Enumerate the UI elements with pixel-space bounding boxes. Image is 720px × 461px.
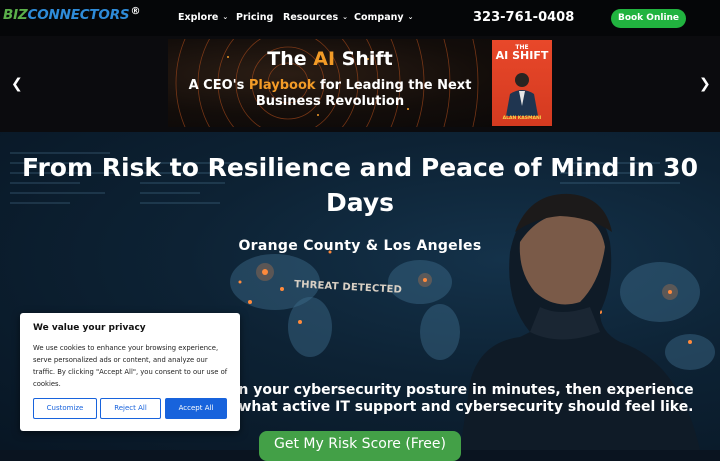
hero-title: From Risk to Resilience and Peace of Min… <box>22 153 698 217</box>
nav-item-label: Explore <box>178 12 219 23</box>
nav-item-company[interactable]: Company ⌄ <box>354 12 413 23</box>
site-logo[interactable]: BIZCONNECTORS® <box>3 6 140 23</box>
top-navbar: BIZCONNECTORS® Explore ⌄ Pricing Resource… <box>0 0 720 36</box>
chevron-down-icon: ⌄ <box>222 13 229 21</box>
cookie-consent-dialog: We value your privacy We use cookies to … <box>20 313 240 431</box>
logo-biz: BIZ <box>3 7 28 23</box>
cookie-accept-all-button[interactable]: Accept All <box>165 398 227 419</box>
phone-number-link[interactable]: 323-761-0408 <box>473 10 574 25</box>
nav-item-pricing[interactable]: Pricing <box>236 12 273 23</box>
banner-title-highlight: AI <box>313 48 336 70</box>
chevron-left-icon[interactable]: ❮ <box>11 76 23 92</box>
cookie-reject-all-button[interactable]: Reject All <box>100 398 161 419</box>
nav-item-label: Company <box>354 12 404 23</box>
hero-location: Orange County & Los Angeles <box>238 238 482 254</box>
cover-author: ALAN KASMANI <box>502 116 542 121</box>
banner-line1-pre: A CEO's <box>188 78 249 93</box>
logo-registered-mark: ® <box>130 6 141 17</box>
banner-line1-highlight: Playbook <box>248 78 316 93</box>
banner-subtitle-line1: A CEO's Playbook for Leading the Next <box>168 78 492 93</box>
chevron-right-icon[interactable]: ❯ <box>699 76 711 92</box>
promo-banner-ai-shift[interactable]: The AI Shift A CEO's Playbook for Leadin… <box>168 39 552 127</box>
banner-title-post: Shift <box>335 48 393 70</box>
cover-person-illustration <box>506 73 538 116</box>
hero-body-text: n your cybersecurity posture in minutes,… <box>238 382 694 415</box>
banner-title: The AI Shift <box>168 48 492 70</box>
book-cover-image: THE AI SHIFT ALAN KASMANI <box>492 40 552 126</box>
chevron-down-icon: ⌄ <box>407 13 414 21</box>
cookie-description: We use cookies to enhance your browsing … <box>33 344 228 388</box>
nav-item-resources[interactable]: Resources ⌄ <box>283 12 348 23</box>
nav-item-label: Pricing <box>236 12 274 23</box>
logo-connectors: CONNECTORS <box>27 7 130 23</box>
banner-line1-post: for Leading the Next <box>315 78 472 93</box>
banner-subtitle-line2: Business Revolution <box>255 94 405 109</box>
cover-title: AI SHIFT <box>495 49 549 62</box>
banner-title-pre: The <box>267 48 314 70</box>
cookie-customize-button[interactable]: Customize <box>33 398 97 419</box>
cookie-title: We value your privacy <box>33 323 146 333</box>
chevron-down-icon: ⌄ <box>342 13 348 21</box>
nav-item-label: Resources <box>283 12 339 23</box>
nav-item-explore[interactable]: Explore ⌄ <box>178 12 228 23</box>
get-risk-score-button[interactable]: Get My Risk Score (Free) <box>259 431 461 461</box>
book-online-button[interactable]: Book Online <box>611 9 686 28</box>
